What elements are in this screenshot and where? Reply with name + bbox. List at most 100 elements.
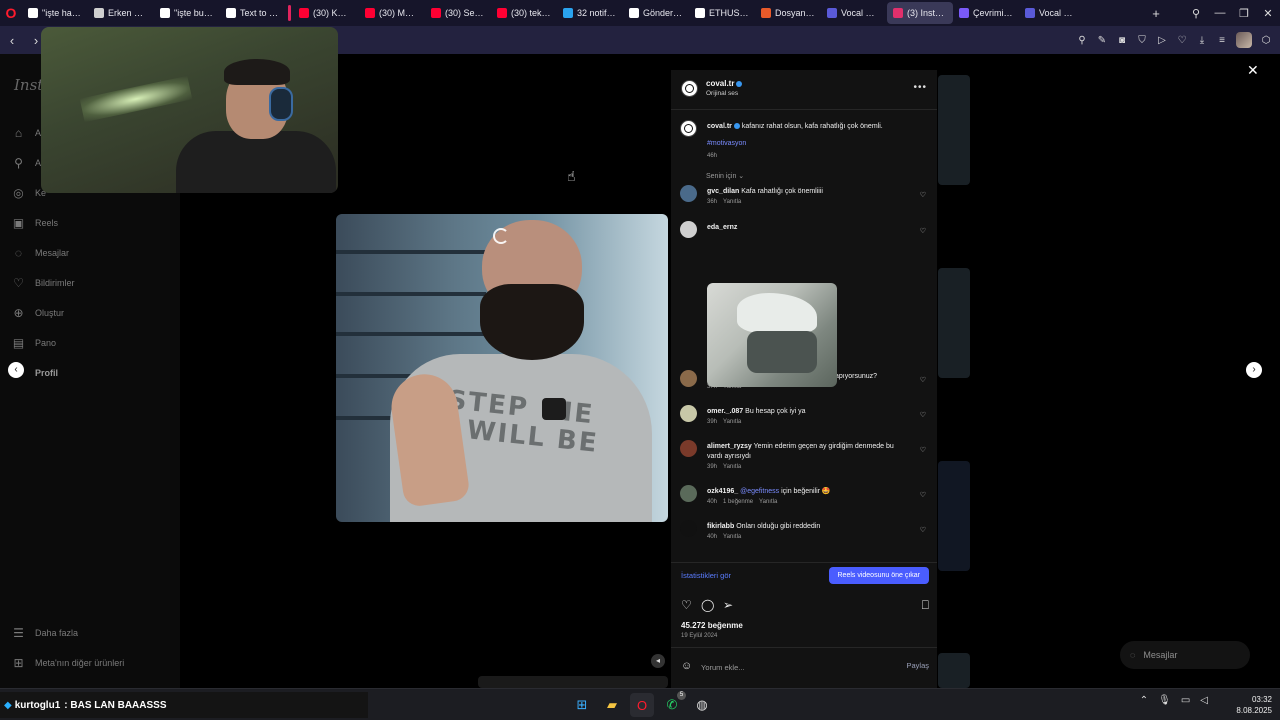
browser-tab[interactable]: Text to Speec (220, 2, 286, 24)
author-username[interactable]: coval.tr (706, 79, 743, 88)
comment-input[interactable] (701, 660, 891, 674)
search-tabs-icon[interactable]: ⚲ (1184, 7, 1208, 20)
camera-icon[interactable]: ◙ (1116, 35, 1128, 46)
display-icon[interactable]: ▭ (1181, 695, 1190, 706)
commenter-avatar[interactable] (680, 440, 697, 457)
commenter-avatar[interactable] (680, 485, 697, 502)
browser-tab[interactable]: ETHUSD 3.89 (689, 2, 755, 24)
browser-tab[interactable]: Çevrimiçi bir (953, 2, 1019, 24)
commenter-avatar[interactable] (680, 185, 697, 202)
comment-like-icon[interactable]: ♡ (920, 227, 926, 235)
opera-logo-icon[interactable]: O (0, 0, 22, 26)
reply-button[interactable]: Yanıtla (759, 499, 777, 505)
like-icon[interactable]: ♡ (681, 598, 692, 612)
commenter-avatar[interactable] (680, 520, 697, 537)
minimize-icon[interactable]: — (1208, 7, 1232, 19)
gif-comment-image[interactable] (707, 283, 837, 387)
sidebar-item[interactable]: ⊞ Meta'nın diğer ürünleri (12, 648, 124, 678)
chevron-up-icon[interactable]: ⌃ (1140, 695, 1148, 706)
comment-username[interactable]: eda_ernz (707, 224, 737, 231)
maximize-icon[interactable]: ❐ (1232, 7, 1256, 20)
whatsapp-icon[interactable]: ✆ 5 (660, 691, 686, 717)
back-icon[interactable]: ‹ (0, 33, 24, 48)
edit-icon[interactable]: ✎ (1096, 35, 1108, 46)
browser-tab[interactable]: (3) Instagram (887, 2, 953, 24)
commenter-avatar[interactable] (680, 370, 697, 387)
file-explorer-icon[interactable]: ▰ (600, 693, 624, 717)
comment-mention[interactable]: @egefitness (740, 488, 779, 495)
comment-like-icon[interactable]: ♡ (920, 446, 926, 454)
caption-author[interactable]: coval.tr (707, 123, 732, 130)
search-icon[interactable]: ⚲ (1076, 35, 1088, 46)
comment-icon[interactable]: ◯ (701, 598, 714, 612)
browser-tab[interactable]: Gönderiler / 3 (623, 2, 689, 24)
browser-tab[interactable]: (30) Major D (359, 2, 425, 24)
profile-avatar[interactable] (1236, 32, 1252, 48)
sidebar-item[interactable]: ☰ Daha fazla (12, 618, 124, 648)
browser-tab[interactable]: Dosyanız haz (755, 2, 821, 24)
heart-icon[interactable]: ♡ (1176, 35, 1188, 46)
comment-username[interactable]: gvc_dilan (707, 188, 739, 195)
play-icon[interactable]: ▷ (1156, 35, 1168, 46)
comment-like-icon[interactable]: ♡ (920, 191, 926, 199)
comment-like-icon[interactable]: ♡ (920, 526, 926, 534)
post-comment-button[interactable]: Paylaş (906, 661, 929, 670)
browser-tab[interactable]: Vocal Remov (821, 2, 887, 24)
comment-like-icon[interactable]: ♡ (920, 491, 926, 499)
browser-tab[interactable]: 32 notification (557, 2, 623, 24)
browser-tab[interactable]: Vocal Remov (1019, 2, 1085, 24)
clock[interactable]: 03:32 8.08.2025 (1236, 694, 1272, 716)
author-avatar[interactable] (681, 80, 698, 97)
sidebar-item[interactable]: ◌ Mesajlar (12, 238, 75, 268)
reply-button[interactable]: Yanıtla (723, 199, 741, 205)
browser-tab[interactable]: Erken büyüme (88, 2, 154, 24)
comments-list[interactable]: coval.tr kafanız rahat olsun, kafa rahat… (671, 114, 937, 560)
reply-button[interactable]: Yanıtla (723, 464, 741, 470)
browser-tab[interactable]: "işte hayat ta (22, 2, 88, 24)
comment-like-icon[interactable]: ♡ (920, 411, 926, 419)
volume-icon[interactable]: ◁ (1200, 695, 1208, 706)
share-icon[interactable]: ➢ (723, 598, 733, 612)
commenter-avatar[interactable] (680, 221, 697, 238)
messages-pill[interactable]: ◌ Mesajlar (1120, 641, 1250, 669)
next-arrow-icon[interactable]: › (1246, 362, 1262, 378)
download-icon[interactable]: ⤓ (1196, 35, 1208, 46)
sidebar-item[interactable]: ▣ Reels (12, 208, 75, 238)
reply-button[interactable]: Yanıtla (723, 419, 741, 425)
sort-dropdown[interactable]: Senin için ⌄ (706, 172, 744, 180)
browser-tab[interactable]: (30) tektab - (491, 2, 557, 24)
comment-like-icon[interactable]: ♡ (920, 376, 926, 384)
new-tab-button[interactable]: + (1146, 6, 1166, 21)
comment-username[interactable]: ozk4196_ (707, 488, 738, 495)
opera-browser-icon[interactable]: O (630, 693, 654, 717)
microphone-icon[interactable]: 🎙 (1158, 695, 1171, 706)
close-window-icon[interactable]: ✕ (1256, 7, 1280, 20)
app-icon[interactable]: ◍ (690, 693, 714, 717)
mute-icon[interactable]: ◂ (651, 654, 665, 668)
browser-tab[interactable]: (30) KONYAL (293, 2, 359, 24)
comment-username[interactable]: omer._.087 (707, 408, 743, 415)
view-insights-link[interactable]: İstatistikleri gör (681, 571, 731, 580)
sidebar-item[interactable]: ▤ Pano (12, 328, 75, 358)
author-avatar[interactable] (680, 120, 697, 137)
hashtag-link[interactable]: #motivasyon (707, 140, 746, 147)
emoji-icon[interactable]: ☺ (681, 660, 692, 672)
commenter-avatar[interactable] (680, 405, 697, 422)
browser-tab[interactable]: (30) Sezen Al (425, 2, 491, 24)
comment-username[interactable]: fikirlabb (707, 523, 734, 530)
previous-arrow-icon[interactable]: ‹ (8, 362, 24, 378)
audio-label[interactable]: Orijinal ses (706, 90, 738, 97)
menu-icon[interactable]: ≡ (1216, 35, 1228, 46)
reel-video[interactable]: STEP HE WILL BE (336, 214, 668, 522)
sidebar-item[interactable]: ♡ Bildirimler (12, 268, 74, 298)
reply-button[interactable]: Yanıtla (723, 534, 741, 540)
like-count[interactable]: 45.272 beğenme (681, 621, 743, 630)
more-options-icon[interactable]: ••• (913, 82, 927, 93)
boost-reel-button[interactable]: Reels videosunu öne çıkar (828, 567, 929, 584)
browser-tab[interactable]: "işte bu gerç (154, 2, 220, 24)
comment-username[interactable]: alimert_ryzsy (707, 443, 752, 450)
windows-start-icon[interactable]: ⊞ (570, 693, 594, 717)
shield-icon[interactable]: ⛉ (1136, 35, 1148, 46)
close-icon[interactable]: ✕ (1247, 62, 1259, 79)
comment-like-count[interactable]: 1 beğenme (723, 499, 753, 505)
